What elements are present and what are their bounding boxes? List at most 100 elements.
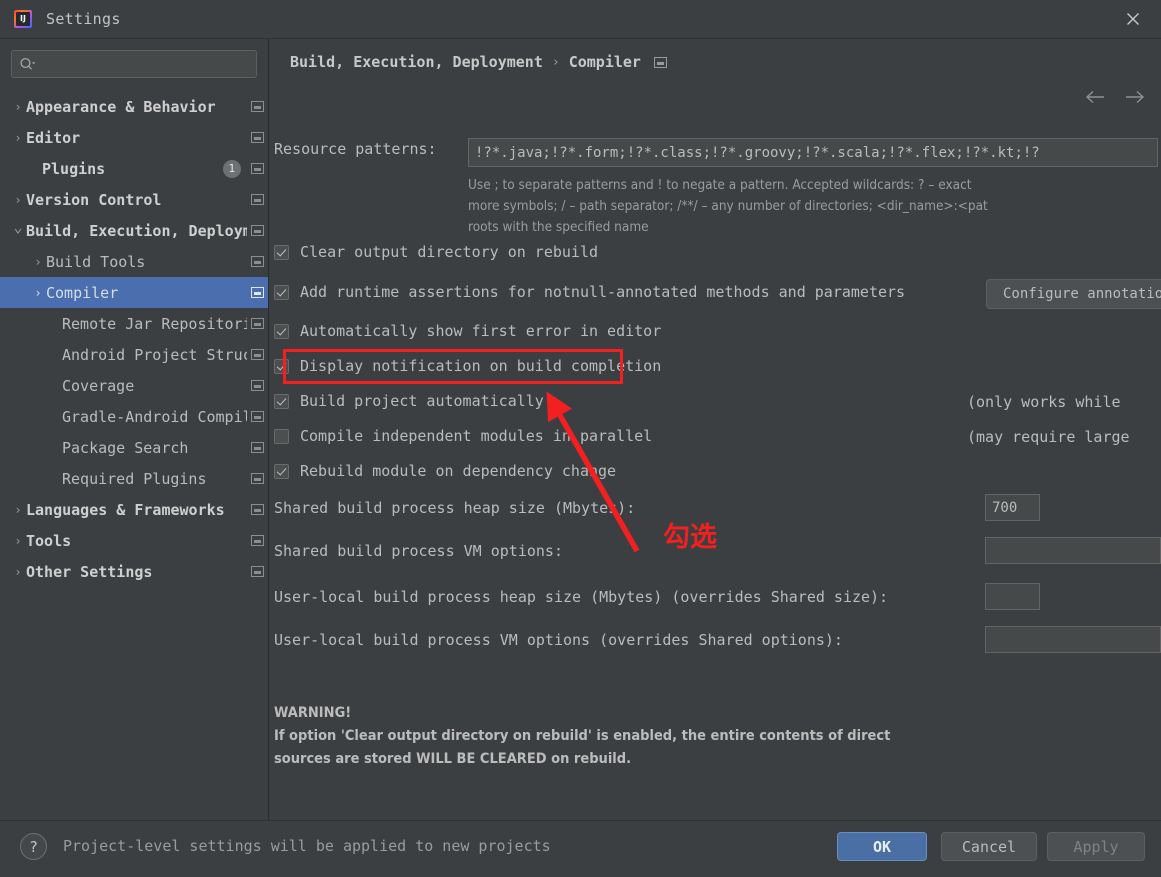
- checkbox-icon[interactable]: [274, 393, 289, 409]
- sidebar-item-label: Remote Jar Repositories: [62, 314, 247, 333]
- breadcrumb-separator: ›: [551, 54, 560, 70]
- sidebar-item-remote-jar-repositories[interactable]: Remote Jar Repositories: [0, 308, 268, 339]
- project-scope-icon[interactable]: [251, 566, 264, 577]
- checkbox-label: Clear output directory on rebuild: [300, 243, 599, 261]
- sidebar-item-label: Gradle-Android Compiler: [62, 407, 247, 426]
- arrow-right-icon[interactable]: [1123, 89, 1145, 109]
- checkbox-icon[interactable]: [274, 323, 289, 339]
- project-scope-icon[interactable]: [251, 132, 264, 143]
- ok-button[interactable]: OK: [837, 832, 927, 861]
- project-scope-icon[interactable]: [251, 504, 264, 515]
- chevron-right-icon[interactable]: ›: [10, 101, 26, 113]
- project-scope-icon[interactable]: [251, 349, 264, 360]
- project-scope-icon[interactable]: [251, 194, 264, 205]
- chevron-right-icon[interactable]: ›: [10, 566, 26, 578]
- checkbox-icon[interactable]: [274, 244, 289, 260]
- configure-annotations-button[interactable]: Configure annotations…: [986, 279, 1161, 309]
- checkbox-label: Automatically show first error in editor: [300, 322, 662, 340]
- sidebar-item-build-execution-deployment[interactable]: ⌄Build, Execution, Deployment: [0, 215, 268, 246]
- checkbox-clear-output-directory-on-rebuild[interactable]: Clear output directory on rebuild: [274, 243, 598, 261]
- arrow-left-icon[interactable]: [1085, 89, 1107, 109]
- sidebar-item-package-search[interactable]: Package Search: [0, 432, 268, 463]
- resource-patterns-input[interactable]: [468, 138, 1158, 167]
- sidebar-item-editor[interactable]: › Editor: [0, 122, 268, 153]
- sidebar-item-label: Tools: [26, 531, 72, 550]
- checkbox-compile-independent-modules-in-parallel[interactable]: Compile independent modules in parallel: [274, 427, 652, 445]
- input-shared-build-process-heap-size-mbytes[interactable]: [985, 494, 1040, 521]
- sidebar-item-android-project-structure[interactable]: Android Project Structure: [0, 339, 268, 370]
- label-user-local-build-process-heap-size-mbytes-overrides-shared-size: User-local build process heap size (Mbyt…: [274, 588, 889, 606]
- project-scope-icon[interactable]: [251, 380, 264, 391]
- resource-patterns-hint-line-3: roots with the specified name: [468, 219, 649, 235]
- checkbox-icon[interactable]: [274, 358, 289, 374]
- input-user-local-build-process-vm-options-overrides-shared-options[interactable]: [985, 626, 1161, 653]
- sidebar-item-gradle-android-compiler[interactable]: Gradle-Android Compiler: [0, 401, 268, 432]
- apply-button[interactable]: Apply: [1047, 832, 1145, 861]
- sidebar-item-coverage[interactable]: Coverage: [0, 370, 268, 401]
- sidebar-item-label: Compiler: [46, 283, 119, 302]
- project-scope-icon[interactable]: [251, 101, 264, 112]
- sidebar-item-label: Editor: [26, 128, 81, 147]
- checkbox-display-notification-on-build-completion[interactable]: Display notification on build completion: [274, 357, 661, 375]
- sidebar-item-appearance-behavior[interactable]: › Appearance & Behavior: [0, 91, 268, 122]
- plugins-update-badge: 1: [223, 159, 241, 178]
- checkbox-add-runtime-assertions-for-notnull-annotated-methods-and-parameters[interactable]: Add runtime assertions for notnull-annot…: [274, 283, 905, 301]
- checkbox-icon[interactable]: [274, 284, 289, 300]
- chevron-right-icon[interactable]: ›: [30, 287, 46, 299]
- sidebar-item-label: Other Settings: [26, 562, 153, 581]
- checkbox-icon[interactable]: [274, 428, 289, 444]
- label-shared-build-process-heap-size-mbytes: Shared build process heap size (Mbytes):: [274, 499, 636, 517]
- breadcrumb: Build, Execution, Deployment › Compiler: [290, 53, 667, 71]
- settings-main-area: › Appearance & Behavior › Editor Plugins 1 › Ve…: [0, 39, 1161, 820]
- help-icon[interactable]: ?: [20, 833, 47, 860]
- chevron-right-icon[interactable]: ›: [10, 194, 26, 206]
- chevron-right-icon[interactable]: ›: [10, 535, 26, 547]
- sidebar-item-label: Build, Execution, Deployment: [26, 221, 247, 240]
- input-user-local-build-process-heap-size-mbytes-overrides-shared-size[interactable]: [985, 583, 1040, 610]
- search-box[interactable]: [11, 50, 257, 78]
- project-scope-icon[interactable]: [251, 256, 264, 267]
- close-glyph: [1127, 13, 1139, 25]
- checkbox-label: Compile independent modules in parallel: [300, 427, 653, 445]
- sidebar-item-label: Coverage: [62, 376, 135, 395]
- sidebar-item-tools[interactable]: › Tools: [0, 525, 268, 556]
- project-scope-icon[interactable]: [653, 56, 667, 68]
- breadcrumb-parent[interactable]: Build, Execution, Deployment: [290, 53, 543, 71]
- project-scope-icon[interactable]: [251, 163, 264, 174]
- label-user-local-build-process-vm-options-overrides-shared-options: User-local build process VM options (ove…: [274, 631, 843, 649]
- project-scope-icon[interactable]: [251, 411, 264, 422]
- project-scope-icon[interactable]: [251, 287, 264, 298]
- sidebar-item-label: Version Control: [26, 190, 162, 209]
- checkbox-icon[interactable]: [274, 463, 289, 479]
- checkbox-rebuild-module-on-dependency-change[interactable]: Rebuild module on dependency change: [274, 462, 616, 480]
- chevron-right-icon[interactable]: ›: [10, 504, 26, 516]
- close-icon[interactable]: [1105, 0, 1161, 38]
- sidebar-item-plugins[interactable]: Plugins 1: [0, 153, 268, 184]
- sidebar-item-version-control[interactable]: › Version Control: [0, 184, 268, 215]
- project-scope-icon[interactable]: [251, 318, 264, 329]
- input-shared-build-process-vm-options[interactable]: [985, 537, 1161, 564]
- cancel-button[interactable]: Cancel: [941, 832, 1037, 861]
- sidebar-item-compiler[interactable]: › Compiler: [0, 277, 268, 308]
- sidebar-search-wrap: [0, 39, 268, 78]
- project-scope-icon[interactable]: [251, 442, 264, 453]
- checkbox-build-project-automatically[interactable]: Build project automatically: [274, 392, 544, 410]
- sidebar-item-build-tools[interactable]: › Build Tools: [0, 246, 268, 277]
- search-input[interactable]: [40, 56, 249, 72]
- sidebar-item-required-plugins[interactable]: Required Plugins: [0, 463, 268, 494]
- resource-patterns-hint-line-2: more symbols; / – path separator; /**/ –…: [468, 198, 988, 214]
- chevron-right-icon[interactable]: ›: [30, 256, 46, 268]
- settings-tree: › Appearance & Behavior › Editor Plugins 1 › Ve…: [0, 91, 268, 587]
- warning-line-2: sources are stored WILL BE CLEARED on re…: [274, 751, 632, 767]
- project-scope-icon[interactable]: [251, 473, 264, 484]
- app-logo-icon: IJ: [14, 10, 32, 28]
- project-scope-icon[interactable]: [251, 535, 264, 546]
- checkbox-automatically-show-first-error-in-editor[interactable]: Automatically show first error in editor: [274, 322, 661, 340]
- sidebar-item-label: Languages & Frameworks: [26, 500, 225, 519]
- sidebar-item-languages-frameworks[interactable]: › Languages & Frameworks: [0, 494, 268, 525]
- project-scope-icon[interactable]: [251, 225, 264, 236]
- sidebar-item-other-settings[interactable]: › Other Settings: [0, 556, 268, 587]
- chevron-down-icon[interactable]: ⌄: [10, 220, 26, 235]
- chevron-right-icon[interactable]: ›: [10, 132, 26, 144]
- search-icon: [19, 57, 36, 72]
